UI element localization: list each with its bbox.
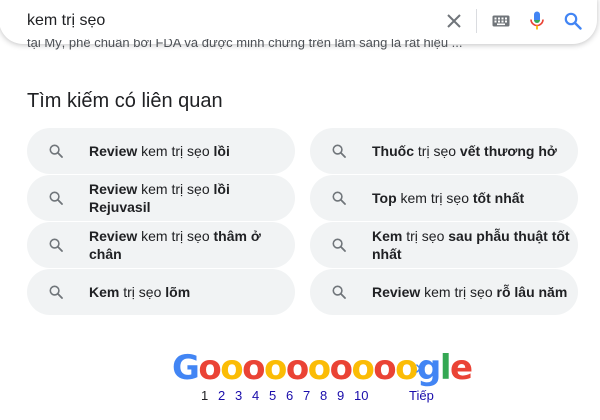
search-bar-actions: [436, 0, 597, 44]
related-search-text-part: kem trị sẹo: [420, 284, 497, 300]
related-search-text-part: Review: [89, 181, 138, 197]
microphone-icon: [530, 11, 544, 30]
search-bar: [0, 0, 597, 44]
page-link[interactable]: 4: [252, 388, 269, 403]
keyboard-button[interactable]: [483, 3, 519, 39]
search-icon: [332, 143, 348, 159]
search-icon: [49, 284, 65, 300]
related-search-text-part: tốt nhất: [472, 190, 525, 206]
search-icon: [332, 284, 348, 300]
related-search-chip[interactable]: Thuốc trị sẹo vết thương hở: [310, 128, 578, 174]
related-search-text-part: trị sẹo: [119, 284, 166, 300]
related-search-label: Kem trị sẹo lõm: [89, 283, 289, 301]
related-search-text-part: Top: [372, 190, 397, 206]
pagination-pages: 1 2 3 4 5 6 7 8 9 10: [201, 388, 371, 403]
related-search-text-part: Thuốc: [372, 143, 414, 159]
related-search-label: Kem trị sẹo sau phẫu thuật tốt nhất: [372, 227, 572, 263]
related-searches-heading: Tìm kiếm có liên quan: [27, 90, 223, 112]
logo-letter: o: [373, 348, 396, 388]
search-button[interactable]: [555, 3, 591, 39]
next-page-link[interactable]: Tiếp: [409, 388, 434, 403]
search-input[interactable]: [27, 9, 427, 33]
related-search-text-part: kem trị sẹo: [137, 228, 214, 244]
logo-letter: l: [439, 348, 452, 388]
related-search-chip[interactable]: Review kem trị sẹo lồi: [27, 128, 295, 174]
logo-letter: o: [351, 348, 374, 388]
related-search-text-part: kem trị sẹo: [137, 143, 214, 159]
chevron-right-icon[interactable]: ›: [415, 357, 422, 380]
related-search-label: Review kem trị sẹo lồi Rejuvasil: [89, 180, 289, 216]
logo-letter: o: [242, 348, 265, 388]
related-search-text-part: Kem: [89, 284, 120, 300]
related-search-chip[interactable]: Review kem trị sẹo thâm ở chân: [27, 222, 295, 268]
logo-letter: e: [450, 348, 473, 388]
logo-letter: o: [285, 348, 309, 388]
logo-letter: o: [198, 348, 221, 388]
logo-letter: o: [329, 348, 353, 388]
related-search-text-part: kem trị sẹo: [137, 181, 214, 197]
page-link[interactable]: 2: [218, 388, 235, 403]
search-icon: [49, 190, 65, 206]
search-icon: [332, 190, 348, 206]
page-link[interactable]: 8: [320, 388, 337, 403]
search-icon: [49, 143, 65, 159]
related-search-label: Review kem trị sẹo thâm ở chân: [89, 227, 289, 263]
related-search-label: Thuốc trị sẹo vết thương hở: [372, 142, 572, 160]
related-search-label: Review kem trị sẹo rỗ lâu năm: [372, 283, 572, 301]
related-search-chip[interactable]: Review kem trị sẹo lồi Rejuvasil: [27, 175, 295, 221]
related-search-text-part: Review: [89, 143, 138, 159]
related-search-text-part: Review: [89, 228, 138, 244]
logo-letter: G: [172, 348, 200, 388]
pagination-logo: GoooooooooogleGoooooooooogle: [172, 348, 473, 388]
related-search-chip[interactable]: Kem trị sẹo sau phẫu thuật tốt nhất: [310, 222, 578, 268]
related-search-text-part: trị sẹo: [402, 228, 449, 244]
related-search-label: Top kem trị sẹo tốt nhất: [372, 189, 572, 207]
related-search-text-part: kem trị sẹo: [396, 190, 473, 206]
current-page-number: 1: [201, 388, 209, 403]
search-icon: [332, 237, 348, 253]
logo-letter: o: [307, 348, 331, 388]
search-icon: [49, 237, 65, 253]
page-link[interactable]: 9: [337, 388, 354, 403]
related-search-text-part: trị sẹo: [414, 143, 460, 159]
related-search-text-part: rỗ lâu năm: [496, 284, 568, 300]
logo-letter: o: [395, 348, 418, 388]
related-search-label: Review kem trị sẹo lồi: [89, 142, 289, 160]
page-link[interactable]: 10: [354, 388, 371, 403]
close-icon: [447, 14, 461, 28]
logo-letter: o: [264, 348, 287, 388]
related-search-text-part: Review: [372, 284, 421, 300]
related-search-text-part: lõm: [165, 284, 191, 300]
logo-letter: o: [220, 348, 243, 388]
related-search-text-part: Kem: [372, 228, 403, 244]
related-search-chip[interactable]: Top kem trị sẹo tốt nhất: [310, 175, 578, 221]
related-search-chip[interactable]: Kem trị sẹo lõm: [27, 269, 295, 315]
search-results-page: tại Mỹ, phê chuẩn bởi FDA và được minh c…: [0, 0, 600, 420]
voice-search-button[interactable]: [519, 3, 555, 39]
page-link[interactable]: 7: [303, 388, 320, 403]
keyboard-icon: [492, 15, 510, 27]
clear-button[interactable]: [436, 3, 472, 39]
related-search-chip[interactable]: Review kem trị sẹo rỗ lâu năm: [310, 269, 578, 315]
page-link[interactable]: 6: [286, 388, 303, 403]
search-icon: [564, 12, 582, 30]
page-link[interactable]: 3: [235, 388, 252, 403]
related-search-text-part: vết thương hở: [459, 143, 557, 159]
search-bar-divider: [476, 9, 477, 33]
page-link[interactable]: 5: [269, 388, 286, 403]
related-search-text-part: lồi: [213, 143, 230, 159]
